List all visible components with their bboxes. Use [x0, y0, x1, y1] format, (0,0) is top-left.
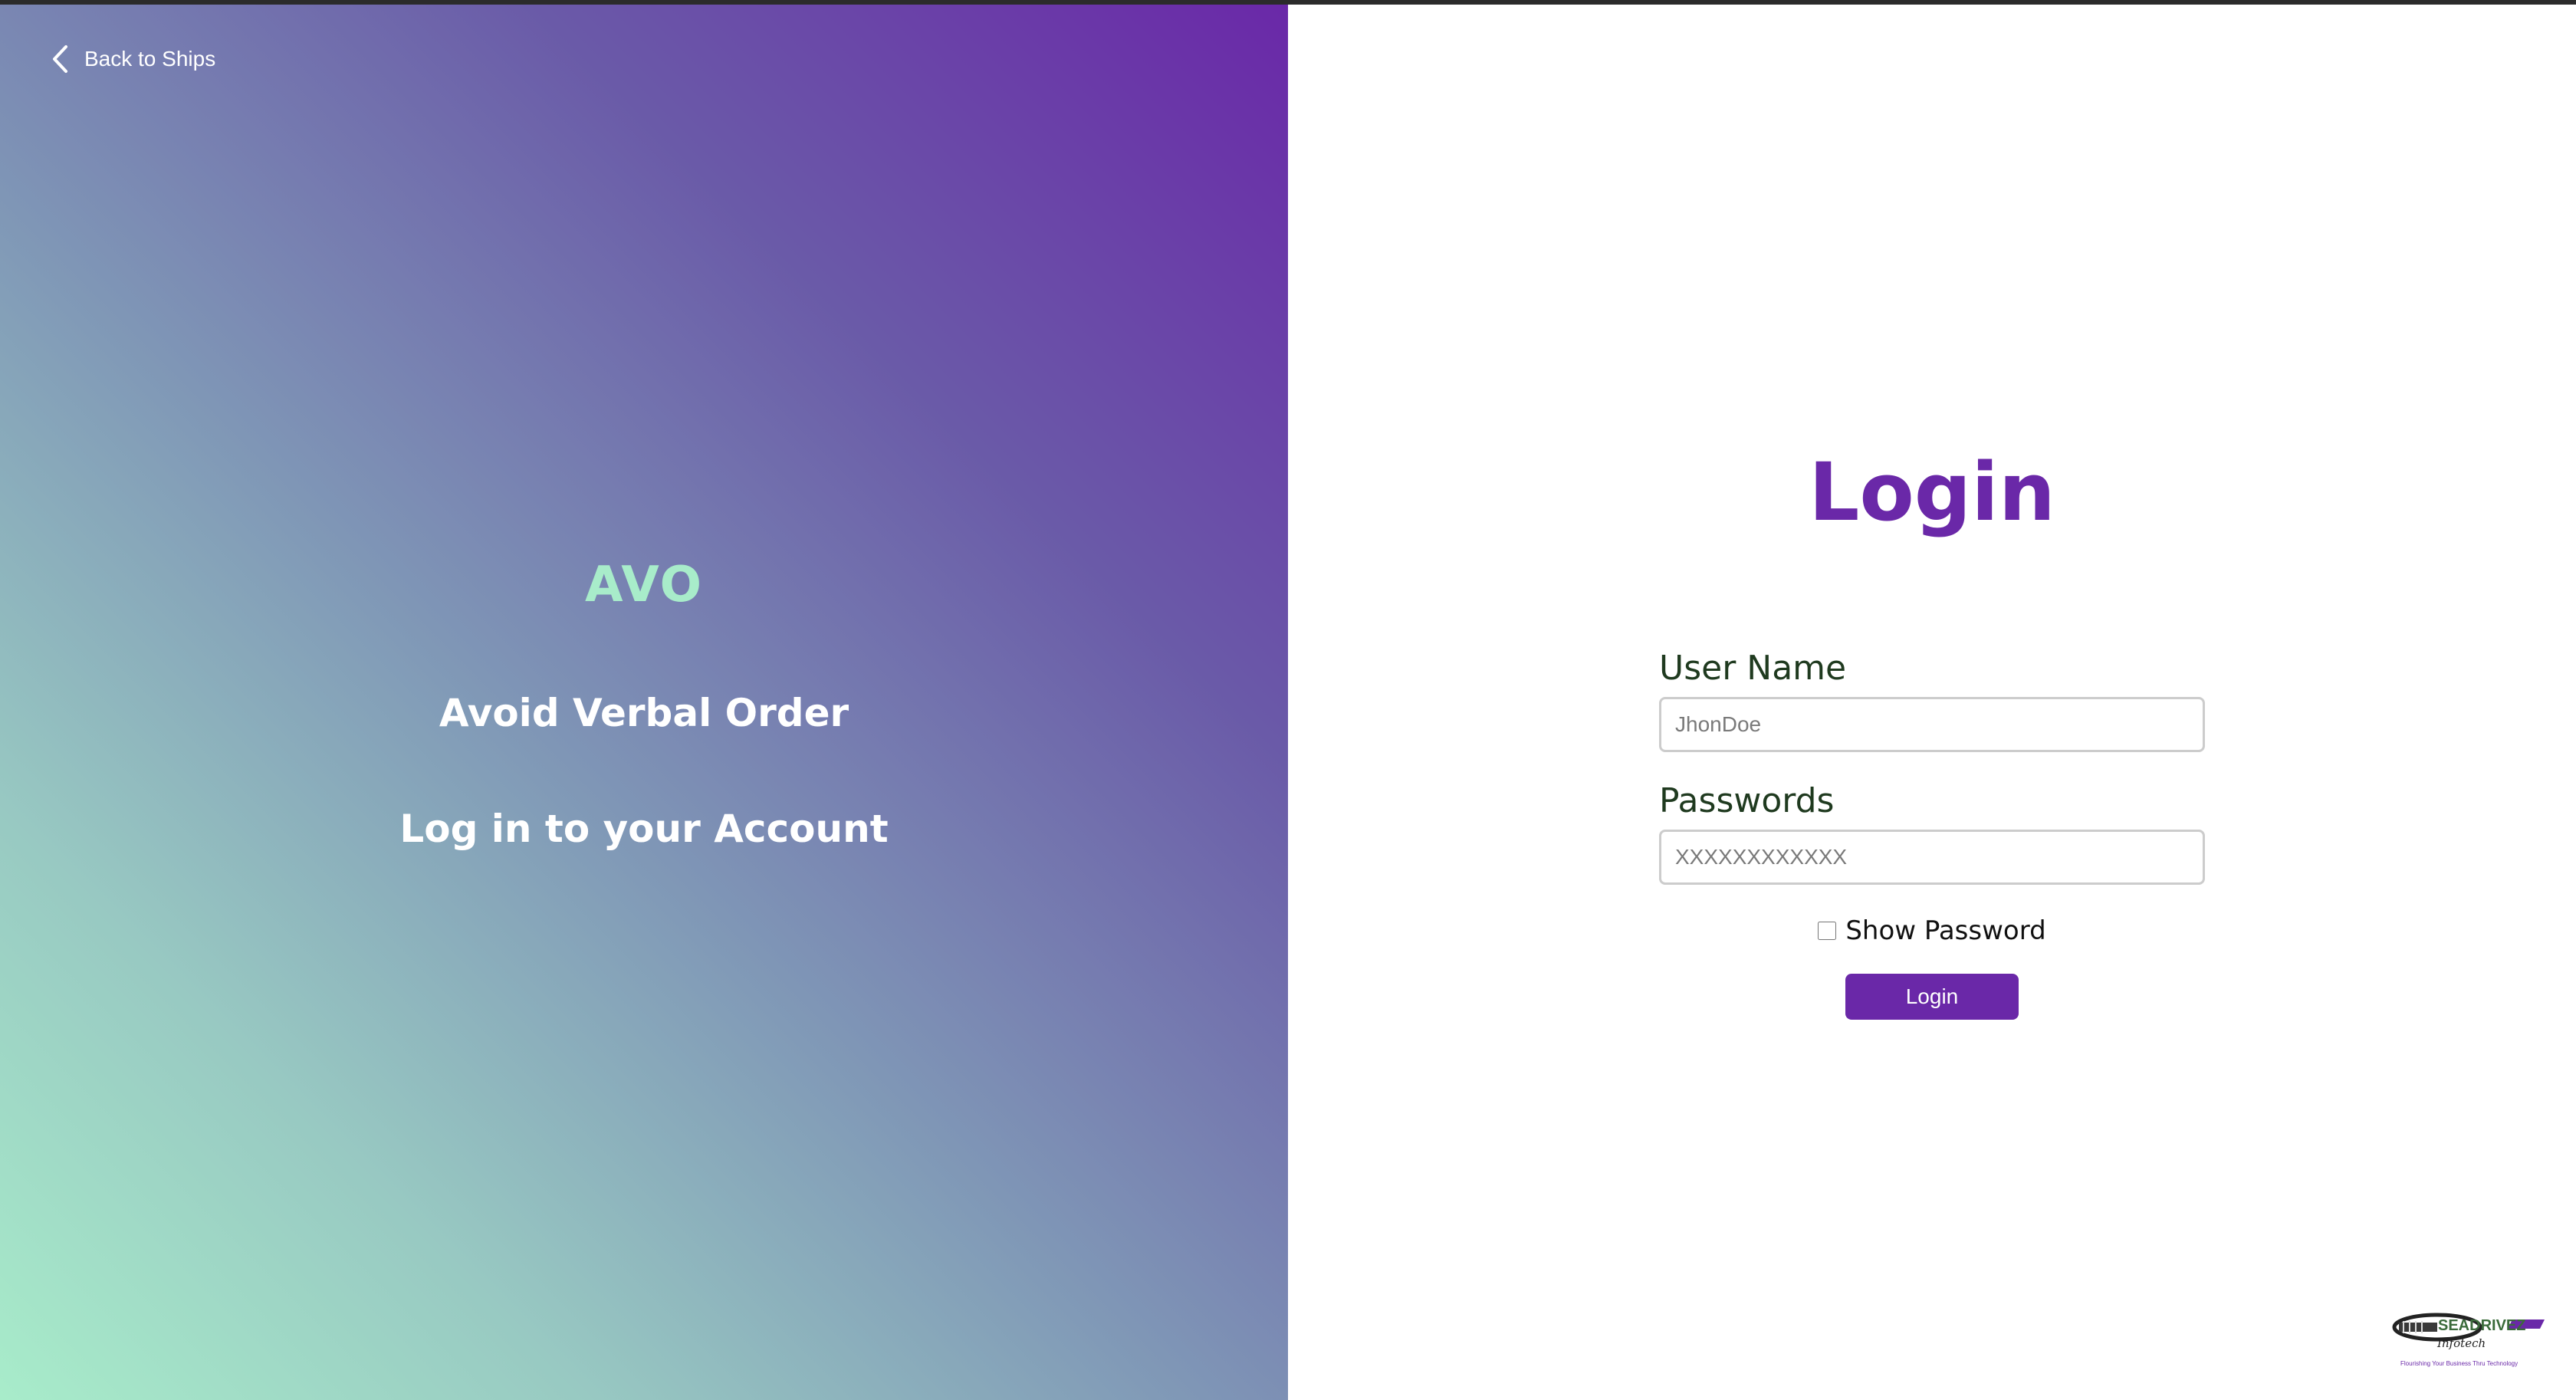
logo-wordmark: SEADRIVEZ — [2438, 1317, 2525, 1334]
password-input[interactable] — [1659, 830, 2205, 885]
username-label: User Name — [1659, 649, 1847, 688]
seadrivez-logo: SEADRIVEZ Infotech Flourishing Your Busi… — [2392, 1313, 2545, 1367]
logo-script: Infotech — [2436, 1336, 2486, 1350]
login-panel: Login User Name Passwords Show Password … — [1288, 5, 2576, 1400]
back-to-ships-link[interactable]: Back to Ships — [51, 44, 215, 74]
app-title: AVO — [585, 557, 703, 613]
brand-panel: Back to Ships AVO Avoid Verbal Order Log… — [0, 5, 1288, 1400]
login-heading: Login — [1809, 445, 2055, 539]
password-label: Passwords — [1659, 781, 1835, 820]
login-prompt: Log in to your Account — [399, 807, 889, 851]
back-link-label: Back to Ships — [84, 47, 216, 71]
login-button[interactable]: Login — [1845, 974, 2019, 1020]
show-password-label: Show Password — [1845, 915, 2046, 946]
app-subtitle: Avoid Verbal Order — [439, 691, 849, 735]
username-input[interactable] — [1659, 697, 2205, 752]
logo-tagline: Flourishing Your Business Thru Technolog… — [2400, 1360, 2518, 1367]
show-password-checkbox[interactable] — [1818, 922, 1837, 940]
chevron-left-icon — [53, 45, 67, 73]
login-form: User Name Passwords Show Password Login — [1659, 649, 2205, 1020]
show-password-toggle[interactable]: Show Password — [1659, 915, 2205, 946]
